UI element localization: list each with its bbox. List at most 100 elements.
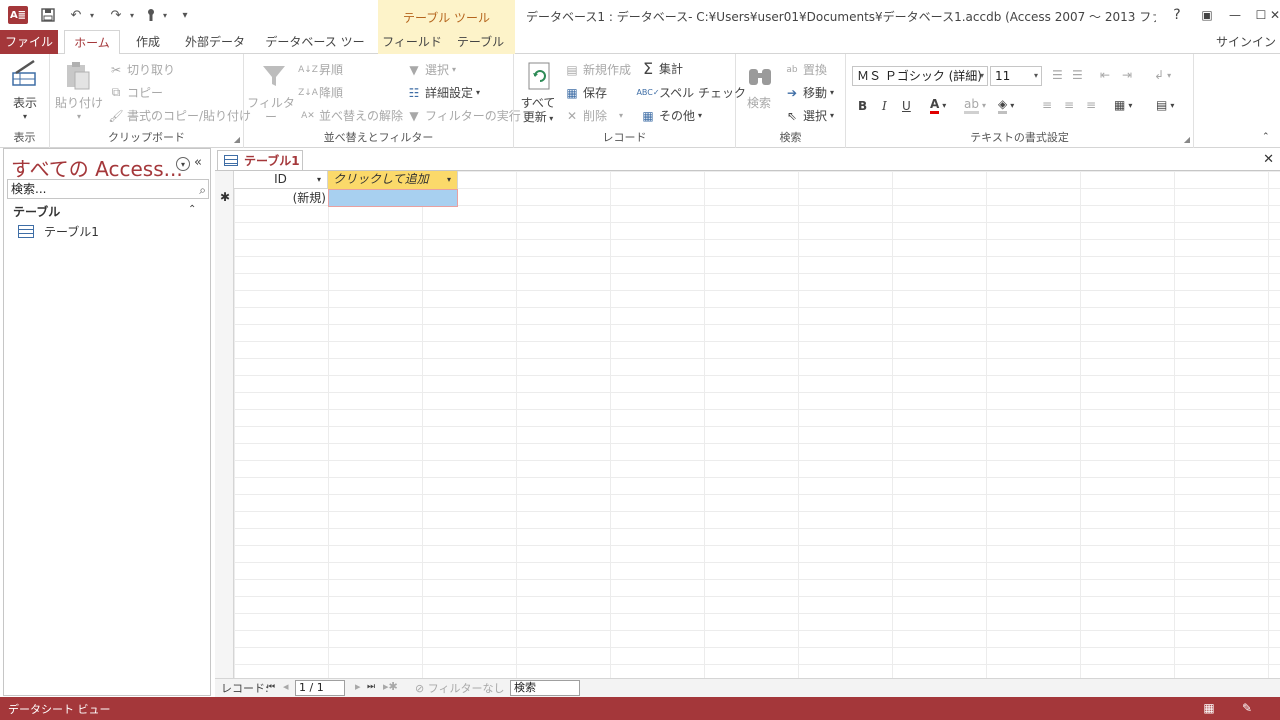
paragraph-direction-icon[interactable]: ↲ ▾ xyxy=(1154,68,1171,82)
find-button[interactable]: 検索 xyxy=(736,96,782,110)
filter-button[interactable]: フィルター xyxy=(244,96,298,124)
alt-row-color-button[interactable]: ▦ ▾ xyxy=(1114,98,1132,112)
clear-sort-button[interactable]: A✕ 並べ替えの解除 xyxy=(300,107,403,124)
selection-filter-button[interactable]: ▼ 選択 ▾ xyxy=(406,61,456,78)
tab-table[interactable]: テーブル xyxy=(446,30,515,54)
decrease-indent-icon[interactable]: ⇤ xyxy=(1100,68,1110,82)
font-size-select[interactable]: 11 ▾ xyxy=(990,66,1042,86)
filter-status[interactable]: ⊘ フィルターなし xyxy=(415,680,505,696)
sort-ascending-button[interactable]: A↓Z 昇順 xyxy=(298,61,343,78)
cut-button[interactable]: ✂ 切り取り xyxy=(108,61,175,78)
bullets-icon[interactable]: ☰ xyxy=(1052,68,1063,82)
new-blank-record-icon[interactable]: ▸✱ xyxy=(383,680,398,693)
save-record-button[interactable]: ▦ 保存 xyxy=(564,84,607,101)
help-button[interactable]: ? xyxy=(1164,4,1190,26)
totals-button[interactable]: Σ 集計 xyxy=(640,59,683,78)
new-record-id-cell[interactable]: (新規) xyxy=(234,189,328,207)
tab-database-tools[interactable]: データベース ツール xyxy=(260,30,370,73)
advanced-filter-button[interactable]: ☷ 詳細設定 ▾ xyxy=(406,84,480,101)
paste-icon[interactable] xyxy=(62,60,94,92)
new-record-button[interactable]: ▤ 新規作成 xyxy=(564,61,631,78)
format-painter-button[interactable]: 🖌 書式のコピー/貼り付け xyxy=(108,107,251,124)
numbering-icon[interactable]: ☰ xyxy=(1072,68,1083,82)
gridlines-button[interactable]: ▤ ▾ xyxy=(1156,98,1174,112)
redo-dropdown-icon[interactable]: ▾ xyxy=(126,5,138,25)
first-record-icon[interactable]: ⏮ xyxy=(267,682,275,692)
font-color-button[interactable]: A ▾ xyxy=(930,97,946,114)
increase-indent-icon[interactable]: ⇥ xyxy=(1122,68,1132,82)
funnel-icon[interactable] xyxy=(258,60,290,92)
text-formatting-launcher-icon[interactable]: ◢ xyxy=(1184,135,1190,144)
next-record-icon[interactable]: ▸ xyxy=(355,680,361,693)
undo-icon[interactable]: ↶ xyxy=(66,5,86,25)
bold-button[interactable]: B xyxy=(858,99,867,113)
nav-search-input[interactable]: 検索... ⌕ xyxy=(7,179,209,199)
sort-descending-button[interactable]: Z↓A 降順 xyxy=(298,84,343,101)
nav-collapse-icon[interactable]: « xyxy=(194,155,202,170)
close-document-icon[interactable]: ✕ xyxy=(1263,152,1274,167)
redo-icon[interactable]: ↷ xyxy=(106,5,126,25)
refresh-all-icon[interactable] xyxy=(524,60,556,92)
select-button[interactable]: ⇖ 選択 ▾ xyxy=(784,107,834,124)
copy-button[interactable]: ⧉ コピー xyxy=(108,84,163,101)
binoculars-icon[interactable] xyxy=(744,60,776,92)
font-name-select[interactable]: ＭＳ Ｐゴシック (詳細) ▾ xyxy=(852,66,988,86)
column-header-id[interactable]: ID ▾ xyxy=(234,171,328,189)
document-tab-table1[interactable]: テーブル1 xyxy=(217,150,303,170)
click-to-add-dropdown-icon[interactable]: ▾ xyxy=(447,171,451,188)
access-app-icon[interactable]: A≣ xyxy=(8,6,28,24)
nav-group-tables[interactable]: テーブル xyxy=(13,203,60,220)
highlight-button[interactable]: ab ▾ xyxy=(964,97,986,114)
tab-fields[interactable]: フィールド xyxy=(378,30,446,54)
column-id-dropdown-icon[interactable]: ▾ xyxy=(317,171,321,188)
italic-button[interactable]: I xyxy=(882,99,887,113)
tab-external-data[interactable]: 外部データ xyxy=(178,30,252,54)
paste-dropdown-icon[interactable]: ▾ xyxy=(52,110,106,124)
view-button[interactable]: 表示 xyxy=(0,96,50,110)
undo-dropdown-icon[interactable]: ▾ xyxy=(86,5,98,25)
tab-create[interactable]: 作成 xyxy=(124,30,172,54)
delete-record-button[interactable]: ✕ 削除 ▾ xyxy=(564,107,623,124)
view-dropdown-icon[interactable]: ▾ xyxy=(0,110,50,124)
close-button[interactable]: ✕ xyxy=(1270,4,1280,26)
new-record-add-cell[interactable] xyxy=(328,189,458,207)
search-icon[interactable]: ⌕ xyxy=(199,181,206,199)
clipboard-launcher-icon[interactable]: ◢ xyxy=(234,135,240,144)
nav-menu-chevron-icon[interactable]: ▾ xyxy=(176,157,190,171)
more-button[interactable]: ▦ その他 ▾ xyxy=(640,107,702,124)
last-record-icon[interactable]: ⏭ xyxy=(367,682,375,692)
underline-button[interactable]: U xyxy=(902,99,911,113)
sign-in-link[interactable]: サインイン xyxy=(1216,30,1276,54)
align-left-icon[interactable]: ≡ xyxy=(1042,98,1052,112)
align-right-icon[interactable]: ≡ xyxy=(1086,98,1096,112)
previous-record-icon[interactable]: ◂ xyxy=(283,680,289,693)
save-icon[interactable] xyxy=(38,5,58,25)
current-record-input[interactable]: 1 / 1 xyxy=(295,680,345,696)
paste-button[interactable]: 貼り付け xyxy=(52,96,106,110)
fill-color-button[interactable]: ◈ ▾ xyxy=(998,97,1014,114)
refresh-all-button[interactable]: すべて xyxy=(514,96,562,110)
touch-mode-icon[interactable] xyxy=(142,5,160,25)
minimize-button[interactable]: — xyxy=(1222,4,1248,26)
collapse-ribbon-icon[interactable]: ⌃ xyxy=(1262,132,1270,142)
record-search-input[interactable]: 検索 xyxy=(510,680,580,696)
datasheet-view-icon[interactable]: ▦ xyxy=(1200,700,1218,716)
design-view-icon[interactable]: ✎ xyxy=(1238,700,1256,716)
ribbon-display-options-icon[interactable]: ▣ xyxy=(1194,4,1220,26)
nav-item-table1[interactable]: テーブル1 xyxy=(18,223,99,240)
goto-button[interactable]: ➔ 移動 ▾ xyxy=(784,84,834,101)
view-icon[interactable] xyxy=(9,58,41,90)
toggle-filter-button[interactable]: ▼ フィルターの実行 xyxy=(406,107,520,124)
spelling-button[interactable]: ABC✓ スペル チェック xyxy=(636,84,746,101)
customize-qat-icon[interactable]: ▾ xyxy=(178,5,192,25)
replace-button[interactable]: ab 置換 xyxy=(784,61,827,78)
touch-dropdown-icon[interactable]: ▾ xyxy=(160,5,170,25)
datasheet-grid[interactable]: ID ▾ クリックして追加 ▾ ✱ (新規) xyxy=(215,170,1280,679)
record-selector-column[interactable] xyxy=(215,171,234,679)
column-header-click-to-add[interactable]: クリックして追加 ▾ xyxy=(328,171,458,189)
nav-group-collapse-icon[interactable]: ⌃ xyxy=(188,204,196,215)
tab-home[interactable]: ホーム xyxy=(64,30,120,55)
tab-file[interactable]: ファイル xyxy=(0,30,58,54)
nav-pane-title[interactable]: すべての Access... xyxy=(11,153,183,182)
align-center-icon[interactable]: ≡ xyxy=(1064,98,1074,112)
